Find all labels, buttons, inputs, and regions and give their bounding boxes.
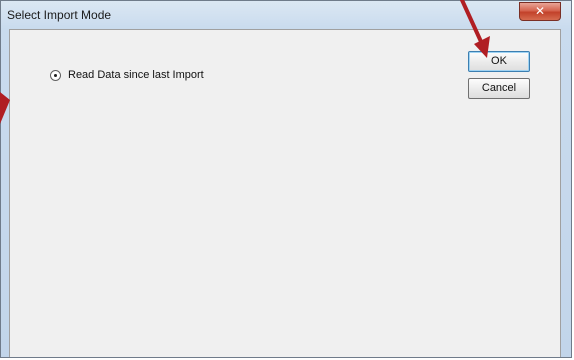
radio-selected-dot <box>54 73 57 77</box>
cancel-button[interactable]: Cancel <box>468 78 530 99</box>
close-icon: ✕ <box>534 4 546 18</box>
ok-button[interactable]: OK <box>468 51 530 72</box>
window-title: Select Import Mode <box>7 8 112 22</box>
radio-button[interactable] <box>50 69 61 81</box>
select-import-mode-dialog: Select Import Mode ✕ Read Data since las… <box>0 0 572 358</box>
title-bar: Select Import Mode ✕ <box>1 1 571 29</box>
radio-option-read-since-last-import[interactable]: Read Data since last Import <box>50 68 204 82</box>
close-button[interactable]: ✕ <box>519 2 561 21</box>
dialog-client-area: Read Data since last Import OK Cancel <box>9 29 561 357</box>
radio-label: Read Data since last Import <box>68 69 204 81</box>
